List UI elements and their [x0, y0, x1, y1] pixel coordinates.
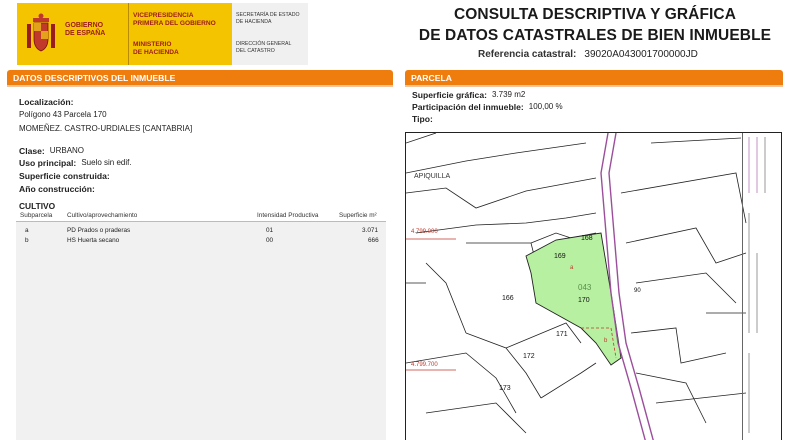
participacion-row: Participación del inmueble: 100,00 % — [412, 102, 563, 112]
parcel-label: 169 — [554, 253, 566, 260]
cell-superficie: 3.071 — [362, 227, 378, 234]
tipo-label: Tipo: — [412, 114, 433, 124]
sup-grafica-label: Superficie gráfica: — [412, 90, 487, 100]
referencia-catastral: Referencia catastral: 39020A043001700000J… — [478, 49, 698, 60]
secretaria-text: SECRETARÍA DE ESTADO DE HACIENDA DIRECCI… — [232, 3, 308, 65]
cell-cultivo: PD Prados o praderas — [67, 227, 131, 234]
uso-value: Suelo sin edif. — [81, 158, 132, 167]
table-row: a PD Prados o praderas 01 3.071 — [20, 227, 382, 237]
cultivo-title: CULTIVO — [19, 201, 56, 211]
ref-value: 39020A043001700000JD — [584, 49, 698, 60]
localizacion-line-2: MOMEÑEZ. CASTRO-URDIALES [CANTABRIA] — [19, 124, 193, 133]
ministry-text: VICEPRESIDENCIA PRIMERA DEL GOBIERNO MIN… — [128, 3, 232, 65]
clase-row: Clase: URBANO — [19, 146, 84, 156]
superficie-row: Superficie construida: — [19, 171, 110, 181]
government-logo-block: GOBIERNO DE ESPAÑA VICEPRESIDENCIA PRIME… — [17, 3, 308, 65]
gobierno-de-espana-text: GOBIERNO DE ESPAÑA — [65, 3, 128, 65]
map-place-label: APIQUILLA — [414, 173, 451, 180]
cadastral-map[interactable]: APIQUILLA 4.799.000 4.799.700 168 169 16… — [405, 132, 782, 440]
document-title: CONSULTA DESCRIPTIVA Y GRÁFICA DE DATOS … — [415, 4, 775, 46]
localizacion-line-1: Polígono 43 Parcela 170 — [19, 110, 107, 119]
parcel-label: 172 — [523, 353, 535, 360]
map-coord-top: 4.799.000 — [411, 229, 438, 235]
anio-label: Año construcción: — [19, 184, 95, 194]
superficie-label: Superficie construida: — [19, 171, 110, 181]
gov-line-2: DE ESPAÑA — [65, 30, 106, 37]
col-superficie: Superficie m² — [339, 212, 377, 219]
cell-subparcela: b — [25, 237, 29, 244]
section-bar-underline — [7, 85, 393, 87]
uso-row: Uso principal: Suelo sin edif. — [19, 158, 132, 168]
sup-grafica-row: Superficie gráfica: 3.739 m2 — [412, 90, 525, 100]
col-intensidad: Intensidad Productiva — [257, 212, 319, 219]
table-divider — [16, 221, 386, 222]
ministry-line-2: DE HACIENDA — [133, 49, 179, 56]
col-cultivo: Cultivo/aprovechamiento — [67, 212, 138, 219]
cultivo-table-background — [16, 222, 386, 440]
map-canvas — [406, 133, 747, 440]
ministry-line-1: MINISTERIO — [133, 41, 172, 48]
ref-label: Referencia catastral: — [478, 49, 577, 60]
parcel-label: 170 — [578, 297, 590, 304]
parcel-label: 166 — [502, 295, 514, 302]
parcel-label-highlight: 043 — [578, 283, 592, 292]
cell-cultivo: HS Huerta secano — [67, 237, 120, 244]
localizacion-label: Localización: — [19, 97, 74, 107]
gov-line-1: GOBIERNO — [65, 22, 104, 29]
parcel-label: 173 — [499, 385, 511, 392]
title-line-2: DE DATOS CATASTRALES DE BIEN INMUEBLE — [418, 27, 772, 44]
vice-line-2: PRIMERA DEL GOBIERNO — [133, 20, 216, 27]
section-bar-underline — [405, 85, 783, 87]
clase-label: Clase: — [19, 146, 45, 156]
sup-grafica-value: 3.739 m2 — [491, 90, 526, 99]
clase-value: URBANO — [49, 146, 85, 155]
uso-label: Uso principal: — [19, 158, 77, 168]
participacion-label: Participación del inmueble: — [412, 102, 524, 112]
cell-subparcela: a — [25, 227, 29, 234]
vice-line-1: VICEPRESIDENCIA — [133, 12, 194, 19]
subparcel-label: a — [570, 265, 574, 271]
map-legend-strip — [742, 133, 782, 440]
map-coord-bottom: 4.799.700 — [411, 362, 438, 368]
table-row: b HS Huerta secano 00 666 — [20, 237, 382, 247]
cell-intensidad: 01 — [266, 227, 274, 234]
parcel-label: 168 — [581, 235, 593, 242]
participacion-value: 100,00 % — [528, 102, 563, 111]
col-subparcela: Subparcela — [20, 212, 53, 219]
subparcel-label: b — [604, 338, 608, 344]
cell-intensidad: 00 — [266, 237, 274, 244]
secretaria-line-1: SECRETARÍA DE ESTADO — [236, 12, 300, 18]
title-line-1: CONSULTA DESCRIPTIVA Y GRÁFICA — [453, 6, 736, 23]
direccion-line-2: DEL CATASTRO — [236, 47, 275, 54]
tipo-row: Tipo: — [412, 114, 433, 124]
parcel-label: 171 — [556, 331, 568, 338]
anio-row: Año construcción: — [19, 184, 95, 194]
cell-superficie: 666 — [368, 237, 379, 244]
spain-coat-of-arms-icon — [17, 3, 65, 65]
secretaria-line-2: DE HACIENDA — [236, 18, 272, 25]
section-bar-parcela: PARCELA — [405, 70, 783, 85]
parcel-label: 90 — [634, 288, 641, 294]
section-bar-datos: DATOS DESCRIPTIVOS DEL INMUEBLE — [7, 70, 393, 85]
